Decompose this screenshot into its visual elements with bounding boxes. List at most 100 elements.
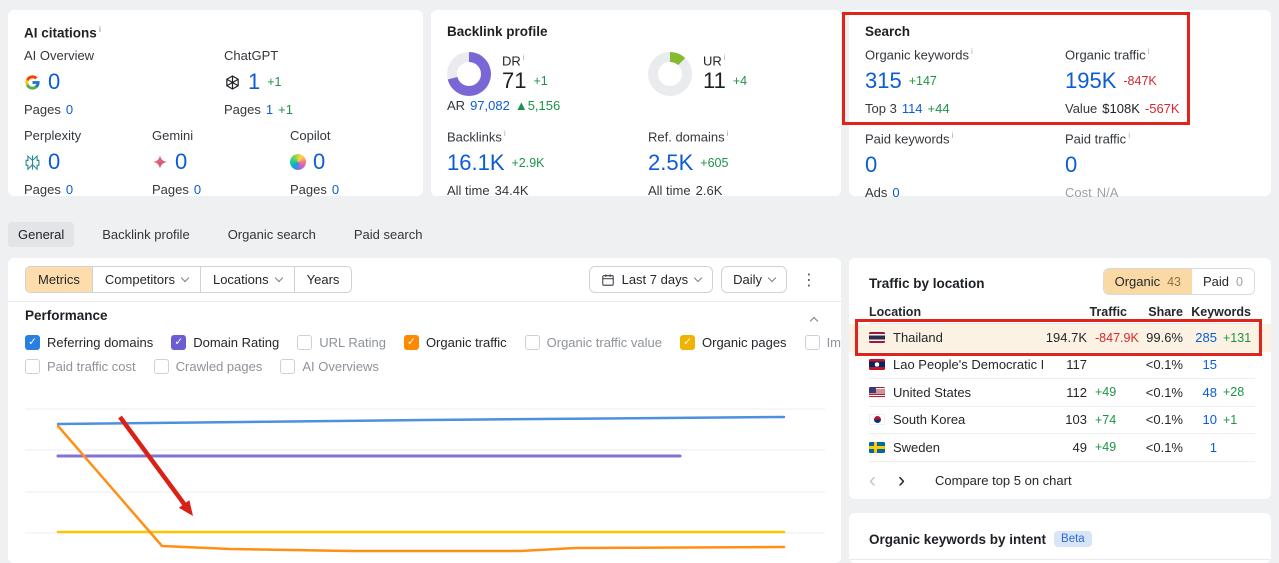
- tab-organic-search[interactable]: Organic search: [218, 222, 326, 247]
- paid-keywords-stat: Paid keywords 0 Ads 0: [865, 130, 953, 200]
- backlinks-alltime-label: All time: [447, 183, 490, 199]
- performance-chart[interactable]: [25, 385, 825, 563]
- checkbox-checked-icon[interactable]: ✓: [25, 334, 40, 350]
- keywords-by-intent-card: Organic keywords by intent Beta: [849, 513, 1271, 563]
- filter-competitors-button[interactable]: Competitors: [91, 267, 200, 292]
- traffic-value-delta: -567K: [1144, 101, 1180, 117]
- filter-locations-button[interactable]: Locations: [199, 267, 294, 292]
- metric-checkbox-organic-traffic-value[interactable]: Organic traffic value: [524, 334, 662, 350]
- traffic-value-label: Value: [1065, 101, 1098, 117]
- pages-label: Pages: [224, 102, 261, 117]
- metric-checkbox-referring-domains[interactable]: ✓ Referring domains: [25, 334, 154, 350]
- keywords-value[interactable]: 10: [1183, 412, 1217, 427]
- tab-paid-search[interactable]: Paid search: [344, 222, 433, 247]
- pages-value[interactable]: 0: [332, 182, 339, 197]
- flag-icon-kr: [869, 414, 885, 426]
- metric-checkbox-organic-traffic[interactable]: ✓ Organic traffic: [403, 334, 507, 350]
- keywords-value[interactable]: 285: [1183, 330, 1217, 345]
- location-row-sweden[interactable]: Sweden 49 +49 <0.1% 1: [869, 434, 1255, 462]
- ai-stat-value: 0: [175, 149, 188, 174]
- backlink-profile-card: Backlink profile DR 71 +1 AR 97,082 ▲5,15…: [431, 10, 841, 199]
- metric-checkbox-domain-rating[interactable]: ✓ Domain Rating: [171, 334, 279, 350]
- traffic-by-location-card: Traffic by location Organic 43 Paid 0 Locat…: [849, 258, 1271, 499]
- organic-keywords-stat: Organic keywords 315 +147 Top 3 114 +44: [865, 46, 973, 116]
- checkbox-unchecked-icon[interactable]: [25, 358, 40, 374]
- column-traffic[interactable]: Traffic: [1043, 305, 1137, 319]
- metric-label: Referring domains: [47, 334, 154, 350]
- organic-traffic-value[interactable]: 195K: [1065, 68, 1116, 94]
- next-page-icon[interactable]: ›: [898, 469, 905, 493]
- location-row-thailand[interactable]: Thailand 194.7K -847.9K 99.6% 285 +131: [849, 324, 1271, 352]
- traffic-table-header: Location Traffic Share Keywords: [869, 300, 1255, 324]
- keywords-by-intent-title: Organic keywords by intent Beta: [869, 531, 1092, 547]
- performance-section-title: Performance: [25, 308, 108, 323]
- ai-stat-delta: +1: [267, 75, 282, 89]
- backlinks-value[interactable]: 16.1K: [447, 150, 505, 176]
- paid-keywords-value[interactable]: 0: [865, 152, 877, 178]
- column-keywords[interactable]: Keywords: [1183, 305, 1251, 319]
- checkbox-unchecked-icon[interactable]: [297, 334, 313, 350]
- ahrefs-rank-stat: AR 97,082 ▲5,156: [447, 98, 560, 113]
- keywords-value[interactable]: 48: [1183, 385, 1217, 400]
- date-range-button[interactable]: Last 7 days: [588, 266, 714, 293]
- ar-value[interactable]: 97,082: [470, 98, 510, 113]
- pages-value[interactable]: 0: [66, 102, 73, 117]
- organic-keywords-value[interactable]: 315: [865, 68, 902, 94]
- metric-label: Impressions: [826, 334, 841, 350]
- toggle-paid[interactable]: Paid 0: [1192, 269, 1254, 294]
- keywords-value[interactable]: 1: [1183, 440, 1217, 455]
- flag-icon-la: [869, 359, 885, 371]
- collapse-section-button[interactable]: [809, 312, 819, 327]
- calendar-icon: [601, 273, 614, 286]
- metric-checkbox-impressions[interactable]: Impressions: [804, 334, 841, 350]
- series-line-referring-domains: [56, 415, 786, 426]
- dr-value: 71: [502, 68, 527, 94]
- compare-top5-link[interactable]: Compare top 5 on chart: [935, 473, 1072, 488]
- filter-metrics-button[interactable]: Metrics: [26, 267, 92, 292]
- checkbox-checked-icon[interactable]: ✓: [171, 334, 187, 350]
- top3-value[interactable]: 114: [902, 101, 923, 116]
- ai-stat-label: Perplexity: [24, 128, 82, 143]
- checkbox-checked-icon[interactable]: ✓: [403, 334, 419, 350]
- metric-checkbox-paid-traffic-cost[interactable]: Paid traffic cost: [25, 358, 136, 374]
- prev-page-icon[interactable]: ‹: [869, 469, 876, 493]
- backlinks-alltime-value: 34.4K: [494, 183, 529, 199]
- pages-value[interactable]: 0: [194, 182, 201, 197]
- column-location[interactable]: Location: [869, 305, 1043, 319]
- site-explorer-overview: AI citations AI Overview 0 Pages 0 ChatGPT 1 +…: [0, 0, 1279, 563]
- toggle-organic[interactable]: Organic 43: [1103, 269, 1193, 294]
- checkbox-unchecked-icon[interactable]: [804, 334, 820, 350]
- checkbox-unchecked-icon[interactable]: [524, 334, 540, 350]
- location-row-lao-people-s-democratic-rep[interactable]: Lao People's Democratic Rep 117 <0.1%15: [869, 352, 1255, 379]
- annotation-arrow-line: [118, 415, 190, 511]
- granularity-button[interactable]: Daily: [721, 266, 787, 293]
- ref-domains-delta: +605: [700, 156, 729, 171]
- checkbox-unchecked-icon[interactable]: [280, 358, 296, 374]
- organic-traffic-stat: Organic traffic 195K -847K Value$108K-567…: [1065, 46, 1180, 116]
- pages-value[interactable]: 1: [266, 102, 273, 117]
- checkbox-unchecked-icon[interactable]: [153, 358, 169, 374]
- ref-domains-value[interactable]: 2.5K: [648, 150, 693, 176]
- backlink-profile-title: Backlink profile: [447, 24, 548, 39]
- metric-checkbox-ai-overviews[interactable]: AI Overviews: [280, 358, 379, 374]
- location-row-united-states[interactable]: United States 112 +49 <0.1% 48 +28: [869, 379, 1255, 407]
- share-value: 99.6%: [1146, 330, 1183, 346]
- metric-checkbox-crawled-pages[interactable]: Crawled pages: [153, 358, 262, 374]
- ads-value[interactable]: 0: [892, 185, 899, 200]
- metric-checkbox-url-rating[interactable]: URL Rating: [297, 334, 386, 350]
- column-share[interactable]: Share: [1137, 305, 1183, 319]
- flag-icon-se: [869, 441, 885, 453]
- more-options-button[interactable]: ⋮: [795, 270, 823, 290]
- pages-value[interactable]: 0: [66, 182, 73, 197]
- tab-general[interactable]: General: [8, 221, 75, 247]
- keywords-value[interactable]: 15: [1183, 357, 1217, 372]
- tab-backlink-profile[interactable]: Backlink profile: [92, 222, 199, 247]
- metric-checkbox-organic-pages[interactable]: ✓ Organic pages: [680, 334, 787, 350]
- traffic-value: 112: [1066, 384, 1087, 400]
- filter-years-button[interactable]: Years: [293, 267, 352, 292]
- location-row-south-korea[interactable]: South Korea 103 +74 <0.1% 10 +1: [869, 407, 1255, 434]
- metric-label: Organic traffic: [425, 334, 507, 350]
- copilot-icon: [290, 154, 306, 170]
- google-icon: [25, 74, 40, 90]
- checkbox-checked-icon[interactable]: ✓: [680, 334, 695, 350]
